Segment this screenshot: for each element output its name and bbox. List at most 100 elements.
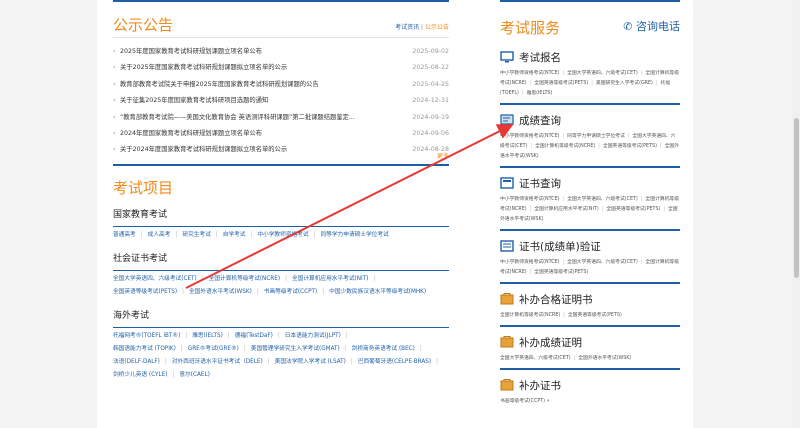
exam-link[interactable]: 自学考试: [223, 232, 246, 238]
service-link[interactable]: 同等学力申请硕士学位考试: [567, 134, 625, 139]
link-separator: |: [175, 232, 178, 238]
service-link[interactable]: 雅思(IELTS): [527, 91, 553, 96]
service-link[interactable]: 全国外语水平考试(WSK): [578, 356, 631, 361]
service-link-group: 全国计算机等级考试(NCRE) | 全国英语等级考试(PETS): [500, 311, 680, 321]
service-title-link[interactable]: 补办成绩证明: [500, 333, 680, 351]
service-block: 补办合格证明书全国计算机等级考试(NCRE) | 全国英语等级考试(PETS): [500, 284, 680, 327]
exam-link[interactable]: 雅思(IELTS): [192, 333, 223, 339]
service-title: 考试报名: [519, 51, 561, 64]
exam-link[interactable]: 成人高考: [148, 232, 171, 238]
exam-link[interactable]: 普通高考: [113, 232, 136, 238]
service-link-group: 中小学教师资格考试(NTCE) | 全国大学英语四、六级考试(CET) | 全国计算机等…: [500, 69, 680, 99]
exam-link[interactable]: 全国外语水平考试(WSK): [189, 289, 252, 295]
scrollbar[interactable]: [792, 0, 800, 428]
exam-link[interactable]: 美国法学院入学考试 (LSAT): [275, 359, 346, 365]
exam-link[interactable]: 全国计算机应用水平考试(NIT): [292, 276, 368, 282]
notice-item[interactable]: 关于2025年度国家教育考试科研规划课题拟立项名单的公示 2025-08-22: [113, 60, 449, 77]
link-separator: |: [419, 346, 422, 352]
exam-link[interactable]: 同等学力申请硕士学位考试: [320, 232, 388, 238]
exam-link[interactable]: 全国计算机等级考试(NCRE): [209, 276, 280, 282]
notice-title[interactable]: 关于2024年度国家教育考试科研规划课题拟立项名单的公示: [120, 146, 287, 153]
exam-link[interactable]: 研究生考试: [182, 232, 210, 238]
service-link[interactable]: 全国计算机等级考试(NCRE): [535, 144, 595, 149]
notice-title[interactable]: 关于征集2025年度国家教育考试科研项目选题的通知: [120, 97, 268, 104]
exam-link[interactable]: 剑桥商务英语考试 (BEC): [352, 346, 415, 352]
service-link[interactable]: 中小学教师资格考试(NTCE): [500, 197, 560, 202]
service-link[interactable]: 全国英语等级考试(PETS): [568, 313, 622, 318]
service-link[interactable]: 全国大学英语四、六级考试(CET): [567, 260, 638, 265]
service-link[interactable]: 全国英语等级考试(PETS): [534, 270, 588, 275]
exam-link[interactable]: 书画等级考试(CCPT): [264, 289, 317, 295]
notice-title[interactable]: “教育部教育考试院——美国文化教育协会 英语测评科研课题”第二批课题结题鉴定..…: [120, 114, 355, 121]
service-link[interactable]: 全国大学英语四、六级考试(CET): [567, 71, 638, 76]
service-block: 成绩查询中小学教师资格考试(NTCE) | 同等学力申请硕士学位考试 | 全国大学英语四…: [500, 105, 680, 168]
phone-icon: ✆: [623, 20, 633, 33]
notice-header: 公示公告 考试资讯 | 公示公告: [113, 12, 449, 38]
service-title-link[interactable]: 补办证书: [500, 376, 680, 394]
notice-item[interactable]: 关于征集2025年度国家教育考试科研项目选题的通知 2024-12-31: [113, 93, 449, 110]
link-separator: |: [164, 359, 167, 365]
exam-link[interactable]: 中小学教师资格考试: [257, 232, 308, 238]
service-title-link[interactable]: 证书查询: [500, 174, 680, 192]
service-title-link[interactable]: 补办合格证明书: [500, 290, 680, 308]
service-link[interactable]: 中小学教师资格考试(NTCE): [500, 260, 560, 265]
link-separator: |: [344, 346, 347, 352]
left-column: 公示公告 考试资讯 | 公示公告 2025年度国家教育考试科研规划课题立项名单公…: [113, 0, 449, 378]
exam-link[interactable]: 剑桥少儿英语 (CYLE): [113, 372, 167, 378]
link-separator: |: [172, 372, 175, 378]
service-link[interactable]: 全国大学英语四、六级考试(CET): [567, 197, 638, 202]
service-title-link[interactable]: 证书(成绩单)验证: [500, 237, 680, 255]
service-link[interactable]: 中小学教师资格考试(NTCE): [500, 134, 560, 139]
service-link[interactable]: 全国计算机等级考试(NCRE): [500, 313, 560, 318]
exam-link[interactable]: GRE®考试(GRE®): [188, 346, 239, 352]
service-title-link[interactable]: 考试报名: [500, 48, 680, 66]
exam-link[interactable]: 韩国语能力考试 (TOPIK): [113, 346, 176, 352]
category-underline: [113, 270, 449, 271]
exam-link[interactable]: 对外西班牙语水平证书考试（DELE): [172, 359, 263, 365]
service-link[interactable]: 中小学教师资格考试(NTCE): [500, 71, 560, 76]
exam-link[interactable]: 美国管理学研究生入学考试(GMAT): [251, 346, 340, 352]
exam-link[interactable]: 全国英语等级考试(PETS): [113, 289, 177, 295]
notice-title[interactable]: 教育部教育考试院关于申报2025年度国家教育考试科研规划课题的公告: [120, 81, 319, 88]
exam-categories: 国家教育考试 普通高考 | 成人高考 | 研究生考试 | 自学考试 | 中小学教师资格考试 | 同等学…: [113, 208, 449, 382]
exam-link[interactable]: 托福网考®(TOEFL iBT®): [113, 333, 180, 339]
service-title: 证书查询: [519, 177, 561, 190]
right-column: 考试服务 ✆ 咨询电话 考试报名 中小学教师资格考试(NTCE) | 全国大学英语四、…: [500, 0, 680, 407]
service-link[interactable]: 全国英语等级考试(PETS): [606, 207, 660, 212]
tab-announcements[interactable]: 公示公告: [425, 24, 449, 31]
exam-link[interactable]: 巴西葡萄牙语(CELPE-BRAS): [358, 359, 431, 365]
service-link[interactable]: 美国研究生入学考试(GRE): [596, 81, 653, 86]
notice-item[interactable]: 2025年度国家教育考试科研规划课题立项名单公布 2025-09-02: [113, 44, 449, 61]
tab-exam-news[interactable]: 考试资讯: [395, 24, 419, 31]
service-link[interactable]: 书画等级考试(CCPT) »: [500, 399, 550, 404]
notice-item[interactable]: “教育部教育考试院——美国文化教育协会 英语测评科研课题”第二批课题结题鉴定..…: [113, 110, 449, 127]
service-link[interactable]: 全国英语等级考试(PETS): [603, 144, 657, 149]
notice-title[interactable]: 关于2025年度国家教育考试科研规划课题拟立项名单的公示: [120, 64, 287, 71]
notice-item[interactable]: 2024年度国家教育考试科研规划课题立项名单公布 2024-09-06: [113, 126, 449, 143]
service-link-group: 中小学教师资格考试(NTCE) | 全国大学英语四、六级考试(CET) | 全国计算机等…: [500, 258, 680, 278]
notice-title[interactable]: 2025年度国家教育考试科研规划课题立项名单公布: [120, 48, 262, 55]
scrollbar-thumb[interactable]: [794, 118, 799, 278]
notice-item[interactable]: 教育部教育考试院关于申报2025年度国家教育考试科研规划课题的公告 2025-04…: [113, 77, 449, 94]
more-link[interactable]: 更多: [437, 151, 449, 160]
service-link[interactable]: 全国计算机应用水平考试(NIT): [534, 207, 598, 212]
exam-link[interactable]: 中国少数民族汉语水平等级考试(MHK): [329, 289, 426, 295]
service-link-group: 中小学教师资格考试(NTCE) | 同等学力申请硕士学位考试 | 全国大学英语四、六级考…: [500, 132, 680, 162]
consult-phone-link[interactable]: ✆ 咨询电话: [623, 18, 680, 34]
exam-link[interactable]: 德福(TestDaF): [235, 333, 273, 339]
service-title-link[interactable]: 成绩查询: [500, 111, 680, 129]
notice-item[interactable]: 关于2024年度国家教育考试科研规划课题拟立项名单的公示2024-08-28: [113, 142, 449, 159]
notice-title[interactable]: 2024年度国家教育考试科研规划课题立项名单公布: [120, 130, 262, 137]
link-separator: |: [227, 333, 230, 339]
service-link[interactable]: 全国大学英语四、六级考试(CET): [500, 356, 571, 361]
link-separator: |: [182, 289, 184, 295]
exam-link[interactable]: 全国大学英语四、六级考试(CET): [113, 276, 197, 282]
service-title: 补办成绩证明: [519, 336, 582, 349]
service-link[interactable]: 全国英语等级考试(PETS): [534, 81, 588, 86]
exam-divider: [113, 164, 449, 166]
exam-link[interactable]: 意尔(CAEL): [179, 372, 209, 378]
notice-date: 2024-09-06: [412, 129, 449, 137]
exam-link[interactable]: 日本语能力测试(JLPT): [285, 333, 341, 339]
exam-link[interactable]: 法语(DELF-DALF): [113, 359, 160, 365]
service-title: 补办证书: [519, 379, 561, 392]
